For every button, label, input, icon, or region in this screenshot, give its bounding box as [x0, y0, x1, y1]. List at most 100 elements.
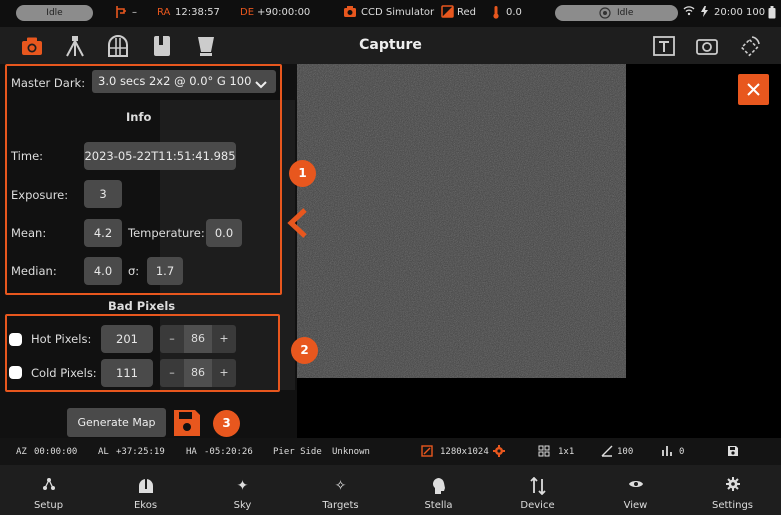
- resolution-value[interactable]: 1280x1024: [440, 447, 489, 457]
- pier-side-label: Pier Side: [273, 447, 322, 457]
- master-dark-label: Master Dark:: [11, 76, 86, 90]
- generate-map-button[interactable]: Generate Map: [67, 408, 166, 437]
- master-dark-select[interactable]: 3.0 secs 2x2 @ 0.0° G 100: [92, 70, 276, 93]
- camera-icon: [343, 5, 357, 21]
- time-field: 2023-05-22T11:51:41.985: [84, 142, 236, 170]
- close-icon: [746, 82, 761, 101]
- wifi-icon: [683, 6, 695, 19]
- battery-icon: [768, 6, 776, 22]
- tab-sky[interactable]: ✦ Sky: [194, 465, 291, 515]
- sigma-field: 1.7: [147, 257, 183, 285]
- cold-minus-button[interactable]: –: [160, 359, 184, 387]
- status-bar: Idle – RA 12:38:57 DE +90:00:00 CCD Simu…: [0, 0, 781, 27]
- bad-pixels-heading: Bad Pixels: [108, 299, 176, 313]
- hot-pixels-count: 201: [101, 325, 153, 353]
- module-toolbar: Capture: [0, 27, 781, 64]
- ha-label: HA: [186, 447, 197, 457]
- crosshair-icon: ✧: [334, 478, 347, 494]
- eye-icon: [587, 477, 684, 495]
- sigma-label: σ:: [128, 264, 140, 278]
- rotate-icon[interactable]: [738, 34, 762, 58]
- save-settings-icon[interactable]: [727, 445, 739, 460]
- tab-ekos-label: Ekos: [133, 500, 158, 511]
- hot-pixels-label: Hot Pixels:: [31, 332, 92, 346]
- hot-plus-button[interactable]: +: [212, 325, 236, 353]
- tab-settings-label: Settings: [711, 500, 753, 511]
- thermometer-icon: [492, 5, 500, 22]
- al-label: AL: [98, 447, 109, 457]
- info-section: [5, 64, 282, 295]
- time-label: Time:: [11, 149, 44, 163]
- camera-name: CCD Simulator: [361, 7, 435, 18]
- hot-pixels-checkbox[interactable]: [9, 333, 22, 346]
- mount-icon: [115, 5, 127, 22]
- hot-minus-button[interactable]: –: [160, 325, 184, 353]
- settings-gear-icon: [684, 477, 781, 495]
- guide-status-pill[interactable]: Idle: [555, 5, 678, 21]
- callout-badge-1: 1: [289, 160, 316, 187]
- ha-value: -05:20:26: [204, 447, 253, 457]
- alarm-icon: [700, 5, 709, 21]
- tab-stella[interactable]: Stella: [390, 465, 487, 515]
- median-field: 4.0: [84, 257, 122, 285]
- share-nodes-icon: [0, 477, 97, 495]
- binning-icon: [538, 445, 550, 460]
- tab-setup[interactable]: Setup: [0, 465, 97, 515]
- collapse-chevron-icon[interactable]: [285, 207, 309, 243]
- frame-size-icon: [421, 445, 433, 460]
- cold-step-value[interactable]: 86: [184, 359, 212, 387]
- hot-pixels-stepper: – 86 +: [160, 325, 236, 353]
- cold-pixels-label: Cold Pixels:: [31, 366, 97, 380]
- tab-ekos[interactable]: Ekos: [97, 465, 194, 515]
- target-icon: [599, 7, 611, 25]
- dark-frame-preview[interactable]: [297, 64, 626, 378]
- gain-value[interactable]: 100: [617, 447, 633, 457]
- gear-icon[interactable]: [493, 445, 505, 460]
- tab-device[interactable]: Device: [489, 465, 586, 515]
- callout-badge-3: 3: [213, 410, 240, 437]
- ra-value: 12:38:57: [175, 7, 220, 18]
- preview-camera-icon[interactable]: [695, 34, 719, 58]
- tab-sky-label: Sky: [233, 500, 252, 511]
- telescope-info-bar: AZ 00:00:00 AL +37:25:19 HA -05:20:26 Pi…: [0, 438, 781, 465]
- pier-side-value: Unknown: [332, 447, 370, 457]
- gain-icon: [601, 445, 613, 460]
- text-overlay-icon[interactable]: [652, 34, 676, 58]
- offset-icon: [661, 445, 673, 460]
- guide-status-text: Idle: [617, 8, 634, 18]
- transfer-arrows-icon: [489, 476, 586, 496]
- tab-settings[interactable]: Settings: [684, 465, 781, 515]
- cold-pixels-checkbox[interactable]: [9, 366, 22, 379]
- master-dark-value: 3.0 secs 2x2 @ 0.0° G 100: [98, 74, 252, 88]
- tab-targets[interactable]: ✧ Targets: [292, 465, 389, 515]
- save-icon[interactable]: [172, 408, 202, 442]
- az-value: 00:00:00: [34, 447, 78, 457]
- filter-name: Red: [457, 7, 476, 18]
- tab-stella-label: Stella: [424, 500, 453, 511]
- assistant-head-icon: [390, 477, 487, 495]
- mount-status-pill[interactable]: Idle: [16, 5, 93, 21]
- mean-label: Mean:: [11, 226, 47, 240]
- al-value: +37:25:19: [116, 447, 165, 457]
- cold-plus-button[interactable]: +: [212, 359, 236, 387]
- chevron-down-icon: [255, 75, 267, 94]
- mean-field: 4.2: [84, 219, 122, 247]
- bottom-tab-bar: Setup Ekos ✦ Sky ✧ Targets Stella Device…: [0, 465, 781, 515]
- temperature-label: Temperature:: [128, 226, 205, 240]
- de-value: +90:00:00: [257, 7, 311, 18]
- hot-step-value[interactable]: 86: [184, 325, 212, 353]
- exposure-field: 3: [84, 180, 122, 208]
- offset-value[interactable]: 0: [679, 447, 684, 457]
- tab-view[interactable]: View: [587, 465, 684, 515]
- tab-view-label: View: [623, 500, 648, 511]
- callout-badge-2: 2: [291, 337, 318, 364]
- binning-value[interactable]: 1x1: [558, 447, 574, 457]
- dome-icon: [97, 477, 194, 495]
- clock: 20:00: [714, 7, 743, 18]
- close-button[interactable]: [738, 74, 769, 105]
- tab-setup-label: Setup: [33, 500, 64, 511]
- median-label: Median:: [11, 264, 57, 278]
- battery-level: 100: [746, 7, 766, 18]
- filter-icon: [441, 5, 454, 21]
- exposure-label: Exposure:: [11, 188, 69, 202]
